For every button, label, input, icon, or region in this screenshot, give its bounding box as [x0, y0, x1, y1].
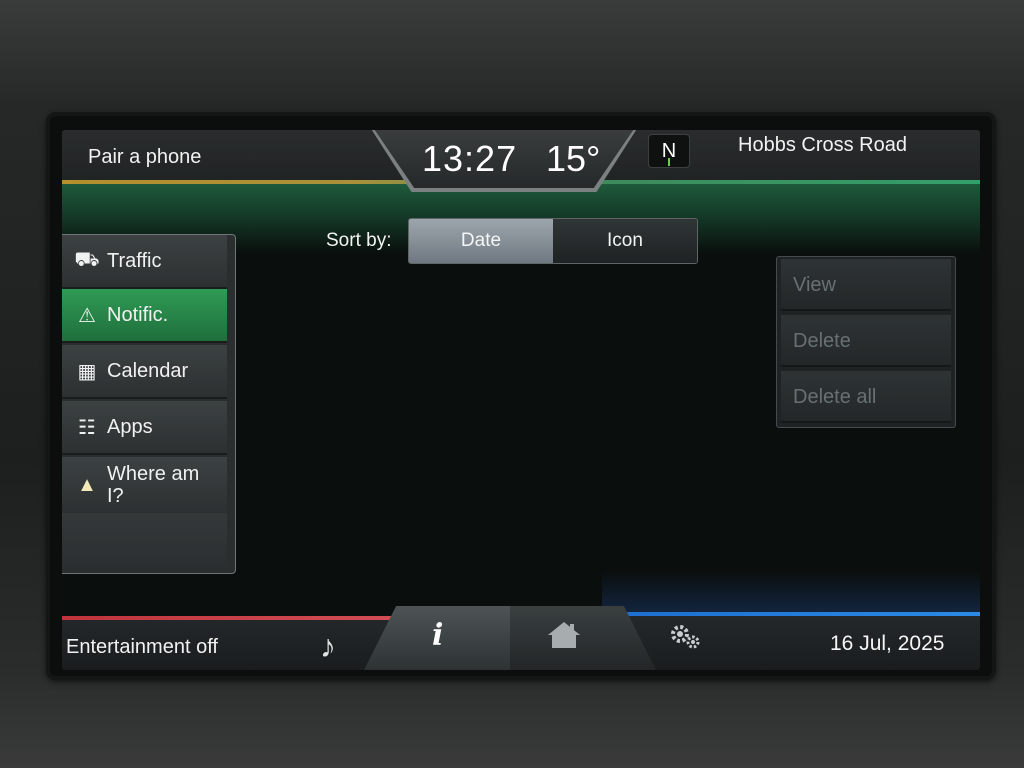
entertainment-color-stripe — [62, 616, 412, 620]
calendar-icon: ▦ — [77, 360, 97, 383]
settings-gear-icon[interactable] — [668, 622, 704, 652]
sort-option-icon[interactable]: Icon — [553, 219, 697, 263]
sort-label: Sort by: — [326, 230, 392, 251]
settings-color-stripe — [622, 612, 980, 616]
delete-all-button[interactable]: Delete all — [781, 371, 951, 423]
sidebar-item-where-am-i[interactable]: ▲ Where am I? — [62, 457, 227, 515]
sidebar-item-label: Calendar — [107, 360, 189, 382]
pair-phone-link[interactable]: Pair a phone — [88, 146, 201, 169]
message-actions-panel: View Delete Delete all — [776, 256, 956, 428]
bottom-blue-glow — [602, 570, 980, 616]
home-icon — [548, 622, 580, 648]
sidebar-item-label: Where am I? — [107, 463, 200, 507]
current-date: 16 Jul, 2025 — [830, 632, 945, 655]
navigation-arrow-icon: ▲ — [77, 473, 97, 496]
traffic-icon: ⛟ — [74, 248, 100, 271]
music-note-icon[interactable]: ♪ — [320, 628, 336, 665]
outside-temperature: 15° — [546, 138, 601, 179]
info-icon: i — [432, 618, 444, 653]
sidebar-item-apps[interactable]: ☷ Apps — [62, 401, 227, 455]
sort-option-date[interactable]: Date — [409, 219, 553, 263]
sidebar-item-label: Traffic — [107, 250, 162, 272]
delete-button[interactable]: Delete — [781, 315, 951, 367]
info-sidebar: ⛟ Traffic ⚠ Notific. ▦ Calendar ☷ Apps ▲… — [62, 234, 236, 574]
infotainment-screen: Pair a phone 13:27 15° N Hobbs Cross Roa… — [62, 130, 980, 670]
apps-list-icon: ☷ — [78, 416, 96, 439]
compass-needle-icon — [668, 158, 670, 166]
sidebar-item-calendar[interactable]: ▦ Calendar — [62, 345, 227, 399]
sidebar-item-traffic[interactable]: ⛟ Traffic — [62, 235, 227, 289]
sort-segmented-control: Date Icon — [408, 218, 698, 264]
sidebar-item-label: Apps — [107, 416, 153, 438]
warning-icon: ⚠ — [78, 304, 96, 327]
entertainment-status[interactable]: Entertainment off — [66, 636, 218, 659]
view-button[interactable]: View — [781, 259, 951, 311]
sidebar-empty-slot — [62, 513, 227, 571]
current-road: Hobbs Cross Road — [738, 134, 907, 156]
sidebar-item-notifications[interactable]: ⚠ Notific. — [62, 289, 227, 343]
clock-time: 13:27 — [422, 138, 518, 179]
sidebar-item-label: Notific. — [107, 304, 169, 326]
